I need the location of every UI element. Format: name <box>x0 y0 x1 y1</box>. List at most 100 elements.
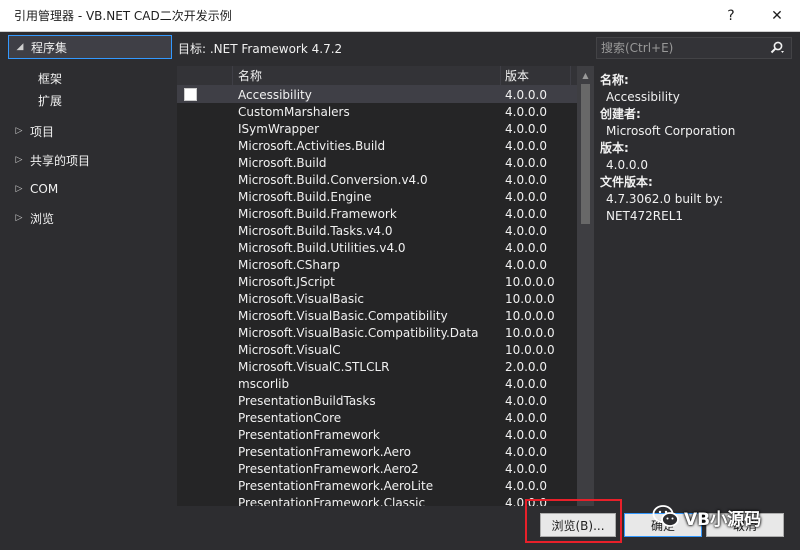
table-row[interactable]: Microsoft.CSharp 4.0.0.0 <box>177 256 577 273</box>
table-row[interactable]: PresentationFramework.Classic 4.0.0.0 <box>177 494 577 507</box>
category-label: 项目 <box>30 124 55 139</box>
row-checkbox-cell <box>177 392 233 409</box>
table-row[interactable]: Microsoft.VisualC 10.0.0.0 <box>177 341 577 358</box>
row-version: 4.0.0.0 <box>505 138 547 153</box>
table-row[interactable]: PresentationBuildTasks 4.0.0.0 <box>177 392 577 409</box>
row-checkbox-cell <box>177 324 233 341</box>
header-check-column <box>177 66 233 85</box>
table-row[interactable]: Microsoft.Build.Framework 4.0.0.0 <box>177 205 577 222</box>
list-scrollbar[interactable]: ▲ <box>577 66 594 506</box>
table-row[interactable]: Microsoft.VisualBasic.Compatibility.Data… <box>177 324 577 341</box>
row-name: Microsoft.Build.Utilities.v4.0 <box>238 240 406 255</box>
row-name: PresentationFramework.AeroLite <box>238 478 434 493</box>
table-row[interactable]: Microsoft.JScript 10.0.0.0 <box>177 273 577 290</box>
detail-name-label: 名称: <box>600 73 629 87</box>
table-row[interactable]: PresentationFramework.Aero2 4.0.0.0 <box>177 460 577 477</box>
table-row[interactable]: Microsoft.VisualBasic.Compatibility 10.0.… <box>177 307 577 324</box>
row-checkbox-cell <box>177 426 233 443</box>
table-row[interactable]: Microsoft.Build.Conversion.v4.0 4.0.0.0 <box>177 171 577 188</box>
row-checkbox-cell <box>177 137 233 154</box>
row-name: Microsoft.VisualBasic.Compatibility <box>238 308 448 323</box>
help-button[interactable]: ? <box>708 0 754 32</box>
row-checkbox-cell <box>177 256 233 273</box>
row-name: PresentationFramework.Classic <box>238 495 426 507</box>
category-label: 浏览 <box>30 211 55 226</box>
table-row[interactable]: PresentationFramework.Aero 4.0.0.0 <box>177 443 577 460</box>
category-browse[interactable]: ▷ 浏览 <box>8 206 182 230</box>
category-label: 扩展 <box>38 93 63 108</box>
close-button[interactable]: ✕ <box>754 0 800 32</box>
table-row[interactable]: Microsoft.Activities.Build 4.0.0.0 <box>177 137 577 154</box>
table-row[interactable]: Microsoft.Build 4.0.0.0 <box>177 154 577 171</box>
table-row[interactable]: Microsoft.Build.Tasks.v4.0 4.0.0.0 <box>177 222 577 239</box>
search-input[interactable] <box>597 38 763 58</box>
header-version[interactable]: 版本 <box>501 66 571 85</box>
category-label: 框架 <box>38 71 63 86</box>
row-version: 4.0.0.0 <box>505 240 547 255</box>
category-label: 程序集 <box>31 40 68 55</box>
row-name: Microsoft.CSharp <box>238 257 340 272</box>
category-com[interactable]: ▷ COM <box>8 177 182 201</box>
row-checkbox-cell <box>177 443 233 460</box>
category-extensions[interactable]: 扩展 <box>38 90 62 110</box>
row-checkbox-cell <box>177 477 233 494</box>
row-checkbox-cell <box>177 460 233 477</box>
table-row[interactable]: Microsoft.VisualBasic 10.0.0.0 <box>177 290 577 307</box>
row-name: PresentationCore <box>238 410 342 425</box>
scrollbar-thumb[interactable] <box>581 84 590 224</box>
row-name: Microsoft.Activities.Build <box>238 138 386 153</box>
row-name: PresentationBuildTasks <box>238 393 376 408</box>
row-version: 4.0.0.0 <box>505 478 547 493</box>
category-framework[interactable]: 框架 <box>38 68 62 88</box>
table-row[interactable]: PresentationFramework 4.0.0.0 <box>177 426 577 443</box>
watermark: VB小源码 <box>652 503 761 531</box>
watermark-text: VB小源码 <box>684 509 762 530</box>
window-title: 引用管理器 - VB.NET CAD二次开发示例 <box>14 9 232 23</box>
detail-creator-label: 创建者: <box>600 107 641 121</box>
table-row[interactable]: ISymWrapper 4.0.0.0 <box>177 120 577 137</box>
row-version: 10.0.0.0 <box>505 342 555 357</box>
category-shared-projects[interactable]: ▷ 共享的项目 <box>8 148 182 172</box>
category-label: 共享的项目 <box>30 153 91 168</box>
row-checkbox-cell <box>177 358 233 375</box>
table-row[interactable]: Microsoft.VisualC.STLCLR 2.0.0.0 <box>177 358 577 375</box>
scroll-up-icon[interactable]: ▲ <box>577 68 594 82</box>
table-row[interactable]: PresentationFramework.AeroLite 4.0.0.0 <box>177 477 577 494</box>
detail-version-label: 版本: <box>600 141 629 155</box>
row-version: 4.0.0.0 <box>505 189 547 204</box>
row-version: 10.0.0.0 <box>505 325 555 340</box>
detail-creator-value: Microsoft Corporation <box>606 124 736 138</box>
row-name: Microsoft.Build.Engine <box>238 189 372 204</box>
search-box[interactable] <box>596 37 792 59</box>
table-row[interactable]: Accessibility 4.0.0.0 <box>177 86 577 103</box>
row-version: 4.0.0.0 <box>505 393 547 408</box>
row-checkbox-cell <box>177 205 233 222</box>
row-name: Microsoft.Build.Tasks.v4.0 <box>238 223 393 238</box>
search-icon[interactable] <box>763 38 791 58</box>
assembly-rows: Accessibility 4.0.0.0 CustomMarshalers 4.0.… <box>177 86 577 506</box>
detail-file-version-build: NET472REL1 <box>606 209 684 223</box>
row-checkbox[interactable] <box>184 88 197 101</box>
header-name[interactable]: 名称 <box>233 66 501 85</box>
category-label: COM <box>30 182 59 196</box>
row-version: 10.0.0.0 <box>505 291 555 306</box>
row-checkbox-cell <box>177 341 233 358</box>
table-row[interactable]: mscorlib 4.0.0.0 <box>177 375 577 392</box>
table-row[interactable]: Microsoft.Build.Utilities.v4.0 4.0.0.0 <box>177 239 577 256</box>
row-version: 2.0.0.0 <box>505 359 547 374</box>
detail-file-version-value: 4.7.3062.0 built by: <box>606 192 723 206</box>
row-name: CustomMarshalers <box>238 104 350 119</box>
annotation-highlight-box <box>525 499 622 543</box>
row-name: Microsoft.JScript <box>238 274 335 289</box>
row-checkbox-cell <box>177 222 233 239</box>
category-projects[interactable]: ▷ 项目 <box>8 119 182 143</box>
expanded-arrow-icon: ◢ <box>16 42 24 52</box>
detail-name-value: Accessibility <box>606 90 680 104</box>
table-row[interactable]: CustomMarshalers 4.0.0.0 <box>177 103 577 120</box>
row-checkbox-cell <box>177 120 233 137</box>
table-row[interactable]: PresentationCore 4.0.0.0 <box>177 409 577 426</box>
table-row[interactable]: Microsoft.Build.Engine 4.0.0.0 <box>177 188 577 205</box>
detail-file-version-label: 文件版本: <box>600 175 653 189</box>
category-assemblies[interactable]: ◢ 程序集 <box>8 35 172 59</box>
assembly-list: 名称 版本 Accessibility 4.0.0.0 CustomMarshale… <box>177 66 594 506</box>
